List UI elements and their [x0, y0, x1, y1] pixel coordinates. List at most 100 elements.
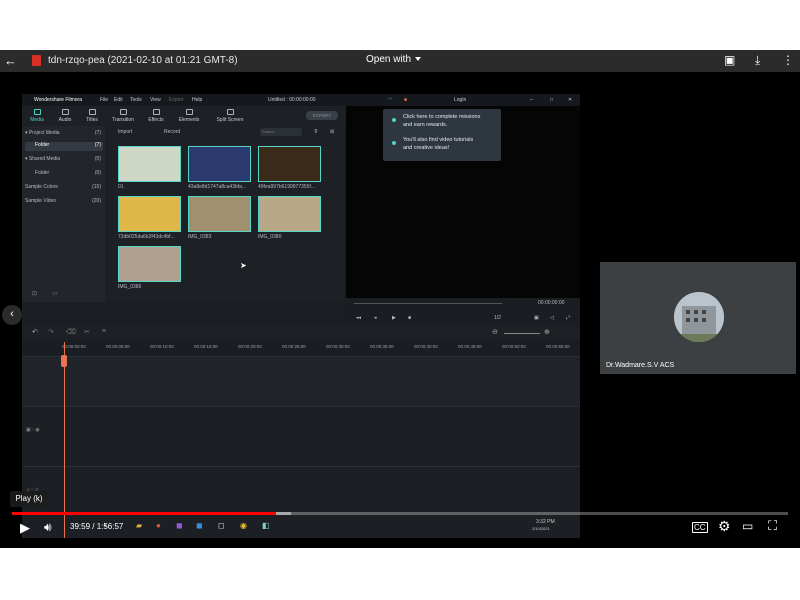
play-icon[interactable]: ▶	[392, 315, 396, 321]
headset-icon[interactable]: ◠	[388, 97, 392, 103]
zoom-in-icon[interactable]: ⊕	[544, 328, 550, 336]
video-track-1[interactable]: ▣ ▫ ◉	[22, 406, 580, 466]
minimize-icon[interactable]: –	[530, 97, 533, 103]
drive-top-bar: ← tdn-rzqo-pea (2021-02-10 at 01:21 GMT-…	[0, 50, 800, 72]
import-dropdown[interactable]: Import	[118, 129, 132, 135]
timeline-playhead[interactable]	[64, 342, 65, 538]
media-thumbnail[interactable]	[188, 146, 251, 182]
add-to-drive-icon[interactable]: ▣	[724, 53, 735, 67]
text-icon	[88, 109, 96, 115]
snapshot-icon[interactable]: ▣	[534, 315, 539, 321]
close-icon[interactable]: ✕	[568, 97, 572, 103]
playhead-handle[interactable]	[61, 355, 67, 367]
tab-media[interactable]: Media	[22, 109, 52, 123]
tab-split-screen[interactable]: Split Screen	[212, 109, 248, 123]
sidebar-item-folder-shared[interactable]: Folder (0)	[25, 170, 103, 179]
tab-titles[interactable]: Titles	[77, 109, 107, 123]
media-thumbnail[interactable]	[118, 246, 181, 282]
tab-transition[interactable]: Transition	[108, 109, 138, 123]
drive-video-viewer: ← tdn-rzqo-pea (2021-02-10 at 01:21 GMT-…	[0, 50, 800, 548]
taskbar-app-icon: ◻	[218, 521, 225, 530]
tab-effects[interactable]: Effects	[141, 109, 171, 123]
sidebar-item-shared-media[interactable]: ▾ Shared Media (0)	[25, 156, 103, 165]
grid-view-icon[interactable]: ⊞	[330, 129, 334, 135]
undo-icon[interactable]: ↶	[32, 328, 38, 336]
media-thumbnail[interactable]	[188, 196, 251, 232]
adjust-icon[interactable]: ≡	[102, 328, 106, 335]
preview-ratio[interactable]: 1/2	[494, 315, 501, 321]
ruler-tick-label: 00:00:25:00	[282, 344, 306, 349]
rewind-icon[interactable]: ◂	[374, 315, 377, 321]
open-with-button[interactable]: Open with	[366, 54, 422, 65]
miniplayer-icon[interactable]: ▭	[742, 519, 753, 533]
sidebar-item-count: (7)	[94, 142, 101, 148]
record-dropdown[interactable]: Record	[164, 129, 180, 135]
filter-icon[interactable]: ⊽	[314, 129, 318, 135]
fullscreen-icon[interactable]: ⛶	[768, 518, 777, 534]
play-button[interactable]: ▶	[20, 520, 30, 536]
video-track-empty[interactable]	[22, 356, 580, 406]
menu-view[interactable]: View	[150, 97, 161, 103]
previous-file-button[interactable]: ‹	[2, 305, 22, 325]
more-options-icon[interactable]: ⋮	[782, 53, 794, 67]
media-search-input[interactable]: Search	[260, 128, 302, 136]
sidebar-item-count: (15)	[92, 184, 101, 190]
ruler-tick-label: 00:00:20:00	[238, 344, 262, 349]
folder-open-icon[interactable]: ▭	[52, 290, 58, 297]
sidebar-item-project-media[interactable]: ▾ Project Media (7)	[25, 130, 103, 139]
export-button[interactable]: EXPORT	[306, 111, 338, 120]
ruler-tick-label: 00:00:15:00	[194, 344, 218, 349]
media-thumbnail[interactable]	[258, 196, 321, 232]
redo-icon[interactable]: ↷	[48, 328, 54, 336]
sidebar-item-folder-project[interactable]: Folder (7)	[25, 142, 103, 151]
menu-tools[interactable]: Tools	[130, 97, 142, 103]
download-icon[interactable]: ⤓	[755, 53, 760, 68]
settings-gear-icon[interactable]: ⚙	[718, 518, 731, 535]
media-thumbnail[interactable]	[118, 146, 181, 182]
taskbar-app-icon: ◧	[262, 521, 270, 530]
ruler-tick-label: 00:00:30:00	[326, 344, 350, 349]
sidebar-item-sample-colors[interactable]: Sample Colors (15)	[25, 184, 103, 193]
play-tooltip: Play (k)	[10, 491, 48, 507]
volume-button[interactable]: 🔊︎	[44, 520, 52, 535]
step-back-icon[interactable]: ◂◂	[356, 315, 361, 321]
maximize-icon[interactable]: □	[550, 97, 553, 103]
menu-file[interactable]: File	[100, 97, 108, 103]
menu-help[interactable]: Help	[192, 97, 202, 103]
new-folder-icon[interactable]: ⊡	[32, 290, 37, 297]
sidebar-item-sample-video[interactable]: Sample Video (20)	[25, 198, 103, 207]
cut-icon[interactable]: ✂	[84, 328, 90, 336]
media-thumbnail[interactable]	[258, 146, 321, 182]
delete-icon[interactable]: ⌫	[66, 328, 76, 336]
thumbnail-image	[119, 197, 180, 231]
tab-transition-label: Transition	[112, 117, 134, 123]
fullscreen-icon[interactable]: ⤢	[566, 315, 570, 321]
zoom-out-icon[interactable]: ⊖	[492, 328, 498, 336]
video-progress-bar[interactable]	[12, 512, 788, 515]
tab-titles-label: Titles	[86, 117, 98, 123]
tab-elements[interactable]: Elements	[174, 109, 204, 123]
music-icon	[61, 109, 69, 115]
zoom-slider[interactable]	[504, 333, 540, 334]
sidebar-item-label: ▾ Shared Media	[25, 156, 61, 162]
back-arrow-icon[interactable]: ←	[4, 53, 17, 68]
ruler-tick-label: 00:00:40:00	[414, 344, 438, 349]
ruler-tick-label: 00:00:10:00	[150, 344, 174, 349]
menu-edit[interactable]: Edit	[114, 97, 123, 103]
sidebar-item-label: Sample Colors	[25, 184, 58, 190]
volume-icon[interactable]: ◁	[550, 315, 554, 321]
media-thumbnail[interactable]	[118, 196, 181, 232]
tab-audio[interactable]: Audio	[50, 109, 80, 123]
media-label: IMG_0383	[188, 234, 212, 240]
login-button[interactable]: Login	[454, 97, 466, 103]
stop-icon[interactable]: ■	[408, 315, 411, 321]
ruler-tick-label: 00:00:35:00	[370, 344, 394, 349]
video-file-icon	[32, 55, 41, 66]
captions-button[interactable]: CC	[692, 522, 708, 533]
missions-tooltip[interactable]: Click here to complete missions and earn…	[383, 109, 501, 161]
preview-scrubber[interactable]	[354, 303, 502, 304]
split-screen-icon	[226, 109, 234, 115]
gift-icon[interactable]: ■	[404, 97, 407, 103]
menu-export[interactable]: Export	[169, 97, 183, 103]
tab-elements-label: Elements	[178, 117, 200, 123]
